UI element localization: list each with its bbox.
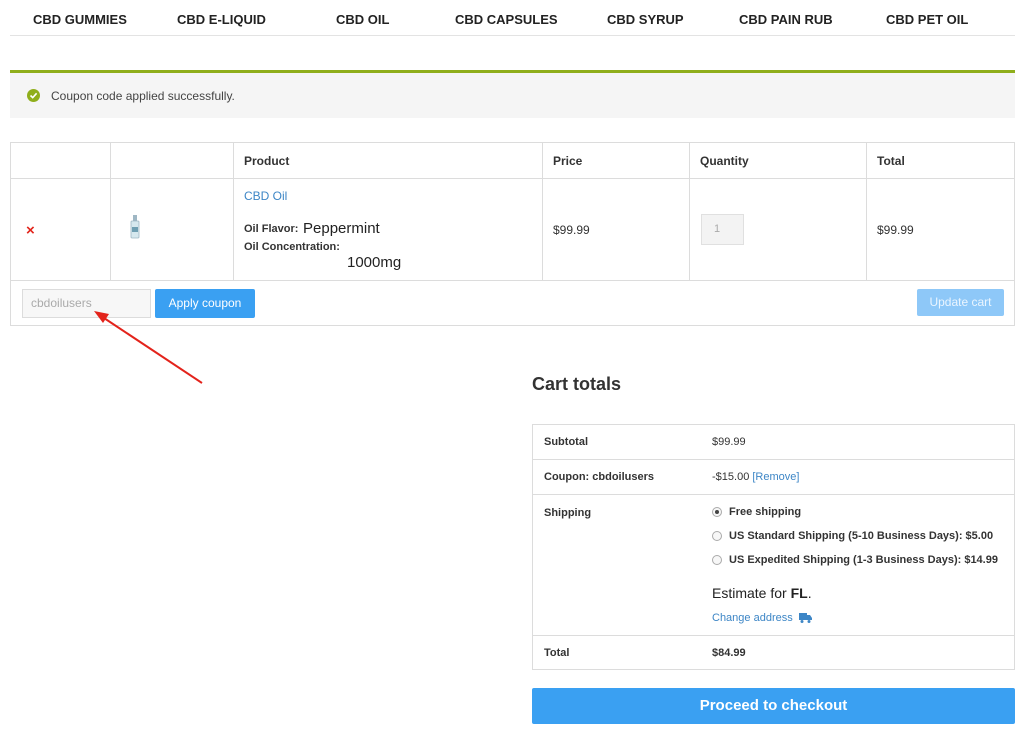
coupon-discount-value: -$15.00 <box>712 471 750 483</box>
coupon-discount: -$15.00 [Remove] <box>712 471 799 483</box>
shipping-option-standard[interactable]: US Standard Shipping (5-10 Business Days… <box>729 530 993 542</box>
shipping-radio-free[interactable] <box>712 507 722 517</box>
shipping-estimate: Estimate for FL. <box>712 585 812 601</box>
total-value: $84.99 <box>712 647 746 659</box>
remove-coupon-link[interactable]: [Remove] <box>752 471 799 483</box>
shipping-label: Shipping <box>544 507 592 519</box>
truck-icon <box>798 613 812 624</box>
coupon-label: Coupon: cbdoilusers <box>544 471 654 483</box>
total-label: Total <box>544 647 570 659</box>
shipping-option-expedited[interactable]: US Expedited Shipping (1-3 Business Days… <box>729 554 998 566</box>
cart-totals-heading: Cart totals <box>532 374 622 394</box>
subtotal-label: Subtotal <box>544 436 588 448</box>
proceed-to-checkout-button[interactable]: Proceed to checkout <box>532 688 1015 724</box>
shipping-option-free[interactable]: Free shipping <box>729 506 801 518</box>
cart-totals-table: Subtotal $99.99 Coupon: cbdoilusers -$15… <box>532 424 1015 670</box>
shipping-radio-expedited[interactable] <box>712 555 722 565</box>
change-address-link[interactable]: Change address <box>712 612 812 624</box>
subtotal-value: $99.99 <box>712 436 746 448</box>
shipping-radio-standard[interactable] <box>712 531 722 541</box>
